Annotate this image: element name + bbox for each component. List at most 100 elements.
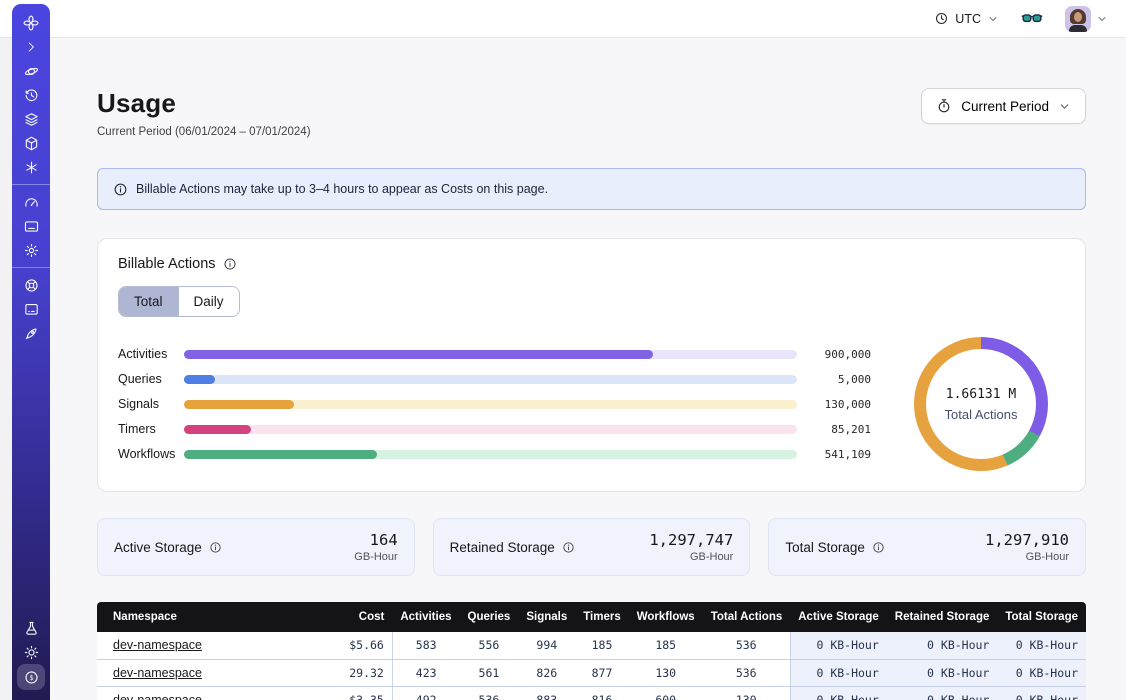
labs-flask-icon[interactable] xyxy=(17,616,45,640)
clock-icon xyxy=(934,11,949,26)
bar-row-signals: Signals 130,000 xyxy=(118,392,871,417)
nexus-asterisk-icon[interactable] xyxy=(17,155,45,179)
layers-icon[interactable] xyxy=(17,107,45,131)
donut-center-label: Total Actions xyxy=(945,407,1018,422)
cell-total-storage: 0 KB-Hour xyxy=(997,659,1086,686)
cell-activities: 423 xyxy=(392,659,459,686)
bar-row-workflows: Workflows 541,109 xyxy=(118,442,871,467)
col-activities: Activities xyxy=(392,602,459,632)
rail-divider xyxy=(12,267,50,268)
billable-actions-card: Billable Actions Total Daily Activities … xyxy=(97,238,1086,492)
deployments-cube-icon[interactable] xyxy=(17,131,45,155)
cell-total-storage: 0 KB-Hour xyxy=(997,686,1086,700)
usage-gauge-icon[interactable] xyxy=(17,190,45,214)
retained-storage-card: Retained Storage 1,297,747 GB-Hour xyxy=(433,518,751,576)
namespaces-icon[interactable] xyxy=(17,59,45,83)
settings-gear-icon[interactable] xyxy=(17,238,45,262)
bar-track xyxy=(184,425,797,434)
info-icon[interactable] xyxy=(223,257,237,271)
cell-queries: 536 xyxy=(460,686,519,700)
cell-timers: 877 xyxy=(575,659,629,686)
info-icon[interactable] xyxy=(872,541,885,554)
col-retained-storage: Retained Storage xyxy=(887,602,998,632)
bar-label: Workflows xyxy=(118,447,184,461)
cell-retained-storage: 0 KB-Hour xyxy=(887,659,998,686)
col-signals: Signals xyxy=(518,602,575,632)
banner-text: Billable Actions may take up to 3–4 hour… xyxy=(136,182,548,196)
storage-card-unit: GB-Hour xyxy=(985,551,1069,563)
credits-dollar-icon[interactable]: $ xyxy=(17,664,45,690)
theme-sun-icon[interactable] xyxy=(17,640,45,664)
top-bar: UTC xyxy=(0,0,1126,38)
view-toggle: Total Daily xyxy=(118,286,240,317)
getting-started-rocket-icon[interactable] xyxy=(17,321,45,345)
table-row: dev-namespace $3.35 492 536 883 816 600 … xyxy=(97,686,1086,700)
period-selector-button[interactable]: Current Period xyxy=(921,88,1086,124)
chevron-down-icon xyxy=(1058,100,1071,113)
namespace-link[interactable]: dev-namespace xyxy=(113,666,202,680)
bar-label: Timers xyxy=(118,422,184,436)
active-storage-card: Active Storage 164 GB-Hour xyxy=(97,518,415,576)
tab-total[interactable]: Total xyxy=(119,287,178,316)
cell-total-actions: 536 xyxy=(703,659,791,686)
storage-card-value: 1,297,910 xyxy=(985,531,1069,549)
storage-card-label: Total Storage xyxy=(785,540,865,555)
cell-retained-storage: 0 KB-Hour xyxy=(887,632,998,659)
cell-workflows: 130 xyxy=(629,659,703,686)
namespace-usage-table: Namespace Cost Activities Queries Signal… xyxy=(97,602,1086,700)
cell-queries: 556 xyxy=(460,632,519,659)
chevron-down-icon xyxy=(1096,13,1108,25)
billing-card-icon[interactable] xyxy=(17,214,45,238)
storage-card-label: Active Storage xyxy=(114,540,202,555)
bar-track xyxy=(184,400,797,409)
namespace-link[interactable]: dev-namespace xyxy=(113,693,202,700)
page-subtitle: Current Period (06/01/2024 – 07/01/2024) xyxy=(97,126,311,138)
bar-value: 130,000 xyxy=(797,398,871,411)
rail-divider xyxy=(12,184,50,185)
account-menu[interactable] xyxy=(1065,6,1108,32)
bar-row-activities: Activities 900,000 xyxy=(118,342,871,367)
svg-text:$: $ xyxy=(29,673,33,682)
cell-total-storage: 0 KB-Hour xyxy=(997,632,1086,659)
avatar xyxy=(1065,6,1091,32)
history-icon[interactable] xyxy=(17,83,45,107)
billable-actions-title: Billable Actions xyxy=(118,256,216,272)
info-icon[interactable] xyxy=(209,541,222,554)
cell-cost: $3.35 xyxy=(324,686,392,700)
page-title: Usage xyxy=(97,88,311,119)
cell-activities: 583 xyxy=(392,632,459,659)
namespace-link[interactable]: dev-namespace xyxy=(113,638,202,652)
cell-active-storage: 0 KB-Hour xyxy=(790,632,887,659)
cell-total-actions: 130 xyxy=(703,686,791,700)
storage-card-label: Retained Storage xyxy=(450,540,555,555)
bar-track xyxy=(184,450,797,459)
info-icon xyxy=(113,182,128,197)
bar-row-queries: Queries 5,000 xyxy=(118,367,871,392)
cell-queries: 561 xyxy=(460,659,519,686)
cell-active-storage: 0 KB-Hour xyxy=(790,686,887,700)
bar-track xyxy=(184,375,797,384)
support-lifebuoy-icon[interactable] xyxy=(17,273,45,297)
table-row: dev-namespace $5.66 583 556 994 185 185 … xyxy=(97,632,1086,659)
chevron-down-icon xyxy=(987,13,999,25)
info-icon[interactable] xyxy=(562,541,575,554)
cell-total-actions: 536 xyxy=(703,632,791,659)
tab-daily[interactable]: Daily xyxy=(178,287,239,316)
storage-summary-row: Active Storage 164 GB-Hour Retained Stor… xyxy=(97,518,1086,576)
temporal-logo[interactable] xyxy=(17,11,45,35)
cell-timers: 816 xyxy=(575,686,629,700)
cell-signals: 883 xyxy=(518,686,575,700)
cell-timers: 185 xyxy=(575,632,629,659)
cell-signals: 826 xyxy=(518,659,575,686)
col-workflows: Workflows xyxy=(629,602,703,632)
cell-cost: $5.66 xyxy=(324,632,392,659)
glasses-icon[interactable] xyxy=(1021,11,1043,26)
cell-active-storage: 0 KB-Hour xyxy=(790,659,887,686)
feedback-console-icon[interactable] xyxy=(17,297,45,321)
bar-value: 900,000 xyxy=(797,348,871,361)
col-total-actions: Total Actions xyxy=(703,602,791,632)
storage-card-value: 164 xyxy=(354,531,397,549)
timezone-selector[interactable]: UTC xyxy=(934,11,999,26)
expand-chevron-icon[interactable] xyxy=(17,35,45,59)
col-queries: Queries xyxy=(460,602,519,632)
